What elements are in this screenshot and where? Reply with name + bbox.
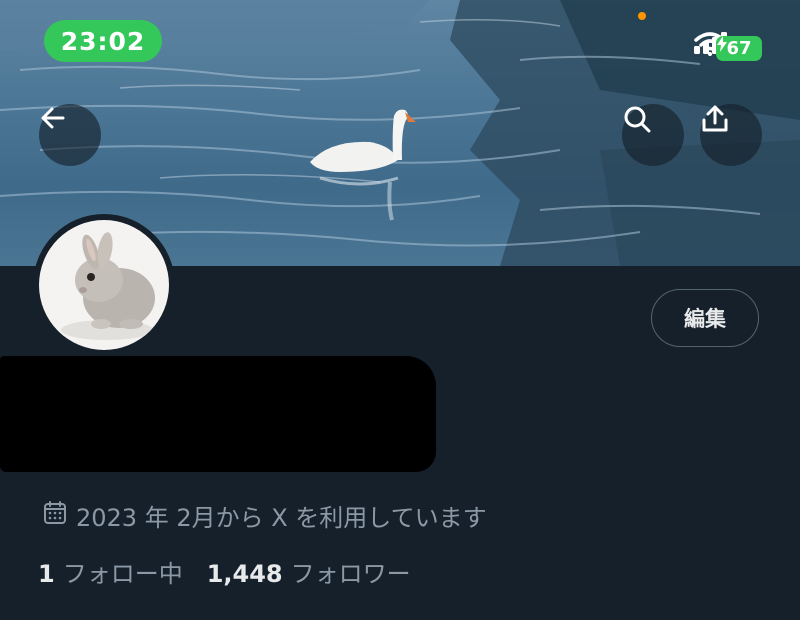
join-date: 2023 年 2月から X を利用しています [42, 498, 487, 533]
search-button[interactable] [622, 104, 684, 166]
privacy-indicator-dot [638, 12, 646, 20]
battery-level: 67 [726, 38, 752, 59]
followers-link[interactable]: 1,448 フォロワー [207, 554, 411, 589]
avatar[interactable] [33, 214, 175, 356]
redacted-name-area [0, 356, 436, 472]
following-label: フォロー中 [62, 560, 183, 588]
following-link[interactable]: 1 フォロー中 [38, 554, 183, 589]
calendar-icon [42, 500, 68, 532]
back-button[interactable] [39, 104, 101, 166]
follow-stats: 1 フォロー中 1,448 フォロワー [38, 554, 411, 589]
avatar-image [39, 220, 169, 350]
battery-charging-icon: 67 [716, 36, 762, 61]
swan-shape [310, 109, 416, 221]
edit-profile-button[interactable]: 編集 [651, 289, 759, 347]
share-button[interactable] [700, 104, 762, 166]
following-count: 1 [38, 560, 55, 588]
join-date-text: 2023 年 2月から X を利用しています [76, 504, 487, 532]
followers-count: 1,448 [206, 560, 283, 588]
followers-label: フォロワー [290, 560, 411, 588]
status-time: 23:02 [44, 20, 162, 62]
